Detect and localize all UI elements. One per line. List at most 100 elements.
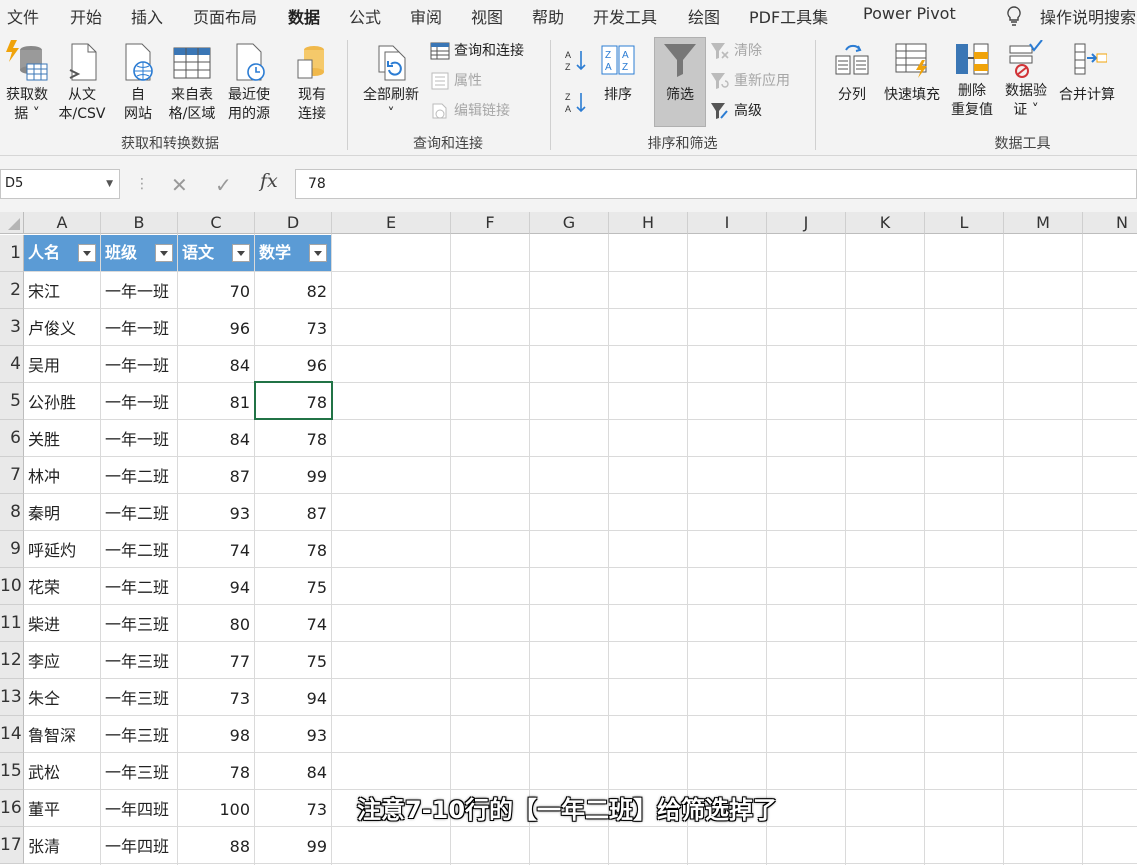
table-cell[interactable]: 一年四班 [101, 827, 177, 864]
table-cell[interactable]: 呼延灼 [24, 531, 100, 568]
column-header-a[interactable]: A [24, 212, 101, 234]
column-header-i[interactable]: I [688, 212, 767, 234]
filter-dropdown-icon[interactable] [78, 244, 96, 262]
table-cell[interactable]: 93 [255, 716, 331, 753]
table-cell[interactable]: 84 [178, 346, 254, 383]
tab-help[interactable]: 帮助 [532, 4, 564, 28]
row-header-13[interactable]: 13 [0, 679, 24, 716]
formula-input[interactable]: 78 [295, 169, 1137, 199]
table-cell[interactable]: 李应 [24, 642, 100, 679]
table-cell[interactable]: 96 [178, 309, 254, 346]
row-header-4[interactable]: 4 [0, 346, 24, 383]
table-cell[interactable]: 74 [178, 531, 254, 568]
tab-home[interactable]: 开始 [70, 4, 102, 28]
table-cell[interactable]: 80 [178, 605, 254, 642]
row-header-7[interactable]: 7 [0, 457, 24, 494]
table-cell[interactable]: 75 [255, 568, 331, 605]
edit-links-button[interactable]: 编辑链接 [430, 100, 510, 122]
column-header-k[interactable]: K [846, 212, 925, 234]
table-cell[interactable]: 朱仝 [24, 679, 100, 716]
table-cell[interactable]: 关胜 [24, 420, 100, 457]
filter-button[interactable]: 筛选 [656, 40, 704, 105]
table-cell[interactable]: 84 [178, 420, 254, 457]
row-header-17[interactable]: 17 [0, 827, 24, 864]
table-cell[interactable]: 一年一班 [101, 346, 177, 383]
tab-data[interactable]: 数据 [288, 4, 321, 35]
tab-power-pivot[interactable]: Power Pivot [863, 4, 956, 23]
from-table-button[interactable]: 来自表 格/区域 [166, 40, 218, 124]
row-header-2[interactable]: 2 [0, 272, 24, 309]
column-header-e[interactable]: E [332, 212, 451, 234]
table-cell[interactable]: 73 [255, 309, 331, 346]
table-cell[interactable]: 99 [255, 827, 331, 864]
column-header-j[interactable]: J [767, 212, 846, 234]
table-cell[interactable]: 96 [255, 346, 331, 383]
table-cell[interactable]: 78 [255, 420, 331, 457]
properties-button[interactable]: 属性 [430, 70, 482, 92]
row-header-15[interactable]: 15 [0, 753, 24, 790]
table-cell[interactable]: 87 [178, 457, 254, 494]
table-cell[interactable]: 鲁智深 [24, 716, 100, 753]
column-header-l[interactable]: L [925, 212, 1004, 234]
table-cell[interactable]: 100 [178, 790, 254, 827]
column-header-n[interactable]: N [1083, 212, 1137, 234]
chevron-down-icon[interactable]: ▼ [106, 170, 113, 198]
tab-developer[interactable]: 开发工具 [593, 4, 657, 28]
column-header-d[interactable]: D [255, 212, 332, 234]
column-header-h[interactable]: H [609, 212, 688, 234]
filter-dropdown-icon[interactable] [155, 244, 173, 262]
table-cell[interactable]: 一年三班 [101, 642, 177, 679]
table-cell[interactable]: 吴用 [24, 346, 100, 383]
table-cell[interactable]: 一年二班 [101, 457, 177, 494]
advanced-filter-button[interactable]: 高级 [710, 100, 762, 122]
column-header-g[interactable]: G [530, 212, 609, 234]
table-cell[interactable]: 一年一班 [101, 309, 177, 346]
table-cell[interactable]: 张清 [24, 827, 100, 864]
row-header-8[interactable]: 8 [0, 494, 24, 531]
table-cell[interactable]: 一年四班 [101, 790, 177, 827]
row-header-5[interactable]: 5 [0, 383, 24, 420]
cancel-icon[interactable]: ✕ [171, 173, 188, 197]
table-cell[interactable]: 87 [255, 494, 331, 531]
table-cell[interactable]: 一年三班 [101, 679, 177, 716]
reapply-button[interactable]: 重新应用 [710, 70, 790, 92]
row-header-3[interactable]: 3 [0, 309, 24, 346]
table-cell[interactable]: 秦明 [24, 494, 100, 531]
consolidate-button[interactable]: 合并计算 [1054, 40, 1120, 105]
table-cell[interactable]: 78 [255, 531, 331, 568]
table-cell[interactable]: 武松 [24, 753, 100, 790]
tab-review[interactable]: 审阅 [410, 4, 442, 28]
from-text-csv-button[interactable]: 从文 本/CSV [56, 40, 108, 124]
existing-connections-button[interactable]: 现有 连接 [290, 40, 334, 124]
row-header-6[interactable]: 6 [0, 420, 24, 457]
table-cell[interactable]: 林冲 [24, 457, 100, 494]
data-validation-button[interactable]: 数据验 证 ˅ [1000, 40, 1052, 120]
table-cell[interactable]: 94 [255, 679, 331, 716]
table-cell[interactable]: 77 [178, 642, 254, 679]
table-cell[interactable]: 94 [178, 568, 254, 605]
row-header-12[interactable]: 12 [0, 642, 24, 679]
table-cell[interactable]: 一年三班 [101, 716, 177, 753]
column-header-b[interactable]: B [101, 212, 178, 234]
tab-pdf-tools[interactable]: PDF工具集 [749, 4, 828, 28]
row-header-9[interactable]: 9 [0, 531, 24, 568]
table-cell[interactable]: 一年一班 [101, 383, 177, 420]
table-cell[interactable]: 一年二班 [101, 531, 177, 568]
remove-duplicates-button[interactable]: 删除 重复值 [948, 40, 996, 120]
table-cell[interactable]: 81 [178, 383, 254, 420]
table-cell[interactable]: 93 [178, 494, 254, 531]
tab-file[interactable]: 文件 [7, 4, 39, 28]
row-header-16[interactable]: 16 [0, 790, 24, 827]
table-cell[interactable]: 75 [255, 642, 331, 679]
table-cell[interactable]: 88 [178, 827, 254, 864]
table-cell[interactable]: 董平 [24, 790, 100, 827]
table-cell[interactable]: 73 [178, 679, 254, 716]
column-header-f[interactable]: F [451, 212, 530, 234]
table-cell[interactable]: 78 [178, 753, 254, 790]
table-cell[interactable]: 82 [255, 272, 331, 309]
column-header-c[interactable]: C [178, 212, 255, 234]
name-box[interactable]: D5 ▼ [0, 169, 120, 199]
sort-desc-button[interactable]: ZA [562, 90, 590, 116]
clear-filter-button[interactable]: 清除 [710, 40, 762, 62]
row-header-11[interactable]: 11 [0, 605, 24, 642]
